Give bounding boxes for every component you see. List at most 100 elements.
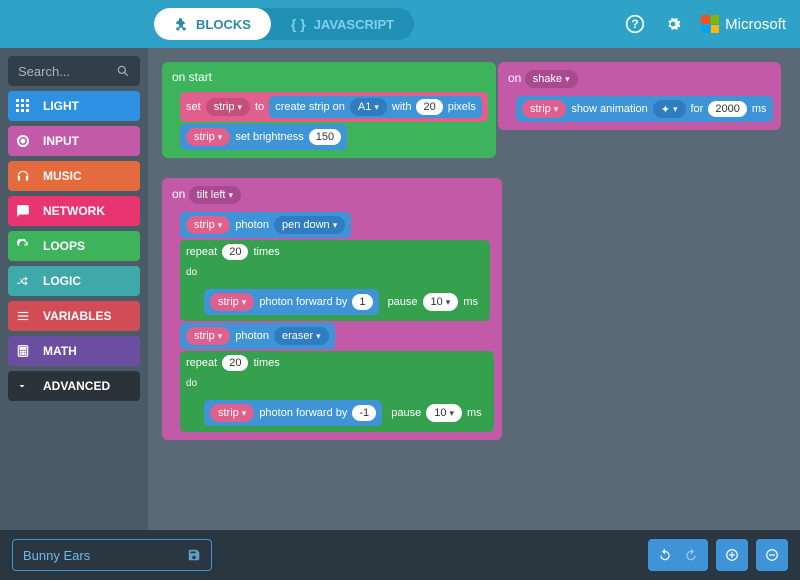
- create-strip-block[interactable]: create strip on A1 with 20 pixels: [269, 96, 482, 118]
- do-kw: do: [186, 378, 197, 389]
- photon-forward-block[interactable]: strip photon forward by -1: [204, 400, 382, 426]
- on-kw: on: [508, 71, 521, 85]
- category-light[interactable]: LIGHT: [8, 91, 140, 121]
- photon-eraser-block[interactable]: strip photon eraser: [180, 323, 335, 349]
- shuffle-icon: [16, 274, 34, 288]
- repeat-value[interactable]: 20: [222, 355, 248, 371]
- settings-button[interactable]: [663, 14, 683, 34]
- search-icon: [116, 64, 130, 78]
- on-start-block[interactable]: on start set strip to create strip on A1…: [162, 62, 496, 158]
- forward-value[interactable]: 1: [352, 294, 372, 310]
- category-label: MATH: [43, 344, 77, 358]
- pin-dropdown[interactable]: A1: [350, 98, 387, 116]
- ms-kw: ms: [467, 407, 482, 419]
- tab-blocks-label: BLOCKS: [196, 17, 251, 32]
- category-label: VARIABLES: [43, 309, 111, 323]
- strip-dropdown[interactable]: strip: [210, 293, 254, 311]
- set-kw: set: [186, 101, 201, 113]
- strip-dropdown[interactable]: strip: [186, 216, 230, 234]
- category-math[interactable]: MATH: [8, 336, 140, 366]
- refresh-icon: [16, 239, 34, 253]
- tab-blocks[interactable]: BLOCKS: [154, 8, 271, 40]
- tab-javascript[interactable]: { } JAVASCRIPT: [271, 8, 414, 40]
- header-right: ? Microsoft: [625, 14, 786, 34]
- tab-js-label: JAVASCRIPT: [314, 17, 394, 32]
- do-kw: do: [186, 267, 197, 278]
- chevron-down-icon: [16, 380, 34, 392]
- show-animation-label: show animation: [571, 103, 647, 115]
- help-button[interactable]: ?: [625, 14, 645, 34]
- category-logic[interactable]: LOGIC: [8, 266, 140, 296]
- repeat-block[interactable]: repeat 20 times do strip photon forward …: [180, 240, 490, 321]
- set-variable-block[interactable]: set strip to create strip on A1 with 20 …: [180, 92, 488, 122]
- zoom-in-button[interactable]: [716, 539, 748, 571]
- show-animation-block[interactable]: strip show animation ✦ for 2000 ms: [516, 96, 773, 122]
- microsoft-logo[interactable]: Microsoft: [701, 15, 786, 33]
- pause-block[interactable]: pause 10 ms: [385, 400, 487, 426]
- animation-dropdown[interactable]: ✦: [653, 100, 686, 118]
- for-kw: for: [691, 103, 704, 115]
- brightness-kw: set brightness: [235, 131, 303, 143]
- search-input[interactable]: Search...: [8, 56, 140, 86]
- forward-value[interactable]: -1: [352, 405, 376, 421]
- strip-dropdown[interactable]: strip: [522, 100, 566, 118]
- category-music[interactable]: MUSIC: [8, 161, 140, 191]
- pixels-value[interactable]: 20: [416, 99, 442, 115]
- puzzle-icon: [174, 17, 188, 31]
- target-icon: [16, 134, 34, 148]
- duration-value[interactable]: 2000: [708, 101, 746, 117]
- category-input[interactable]: INPUT: [8, 126, 140, 156]
- create-strip-label: create strip on: [275, 101, 345, 113]
- set-brightness-block[interactable]: strip set brightness 150: [180, 124, 347, 150]
- times-kw: times: [253, 246, 279, 258]
- zoom-out-button[interactable]: [756, 539, 788, 571]
- strip-dropdown[interactable]: strip: [206, 98, 250, 116]
- on-shake-block[interactable]: on shake strip show animation ✦ for 2000…: [498, 62, 781, 130]
- repeat-kw: repeat: [186, 246, 217, 258]
- ms-kw: ms: [752, 103, 767, 115]
- repeat-block[interactable]: repeat 20 times do strip photon forward …: [180, 351, 494, 432]
- category-variables[interactable]: VARIABLES: [8, 301, 140, 331]
- event-dropdown[interactable]: tilt left: [189, 186, 241, 204]
- headphones-icon: [16, 169, 34, 183]
- strip-dropdown[interactable]: strip: [186, 128, 230, 146]
- category-label: INPUT: [43, 134, 79, 148]
- pause-value[interactable]: 10: [423, 293, 459, 311]
- gesture-dropdown[interactable]: shake: [525, 70, 578, 88]
- category-label: NETWORK: [43, 204, 105, 218]
- on-kw: on: [172, 187, 185, 201]
- times-kw: times: [253, 357, 279, 369]
- eraser-dropdown[interactable]: eraser: [274, 327, 329, 345]
- pen-dropdown[interactable]: pen down: [274, 216, 345, 234]
- app-header: BLOCKS { } JAVASCRIPT ? Microsoft: [0, 0, 800, 48]
- editor-footer: Bunny Ears: [0, 530, 800, 580]
- pixels-kw: pixels: [448, 101, 476, 113]
- category-label: LOOPS: [43, 239, 85, 253]
- undo-button[interactable]: [658, 548, 672, 562]
- on-shake-header: on shake: [506, 68, 773, 96]
- calculator-icon: [16, 344, 34, 358]
- save-icon[interactable]: [187, 548, 201, 562]
- brightness-value[interactable]: 150: [309, 129, 341, 145]
- photon-forward-block[interactable]: strip photon forward by 1: [204, 289, 379, 315]
- on-tilt-left-block[interactable]: on tilt left strip photon pen down repea…: [162, 178, 502, 440]
- project-name-input[interactable]: Bunny Ears: [12, 539, 212, 571]
- category-advanced[interactable]: ADVANCED: [8, 371, 140, 401]
- category-label: LOGIC: [43, 274, 81, 288]
- strip-dropdown[interactable]: strip: [210, 404, 254, 422]
- category-loops[interactable]: LOOPS: [8, 231, 140, 261]
- repeat-value[interactable]: 20: [222, 244, 248, 260]
- redo-button[interactable]: [684, 548, 698, 562]
- category-network[interactable]: NETWORK: [8, 196, 140, 226]
- blocks-workspace[interactable]: on start set strip to create strip on A1…: [148, 48, 800, 530]
- category-label: MUSIC: [43, 169, 82, 183]
- photon-pen-block[interactable]: strip photon pen down: [180, 212, 351, 238]
- pause-value[interactable]: 10: [426, 404, 462, 422]
- pause-block[interactable]: pause 10 ms: [382, 289, 484, 315]
- svg-text:?: ?: [632, 18, 639, 31]
- microsoft-icon: [701, 15, 719, 33]
- search-placeholder: Search...: [18, 64, 70, 79]
- undo-redo-group: [648, 539, 708, 571]
- strip-dropdown[interactable]: strip: [186, 327, 230, 345]
- toolbox-sidebar: Search... LIGHT INPUT MUSIC NETWORK LOOP…: [0, 48, 148, 530]
